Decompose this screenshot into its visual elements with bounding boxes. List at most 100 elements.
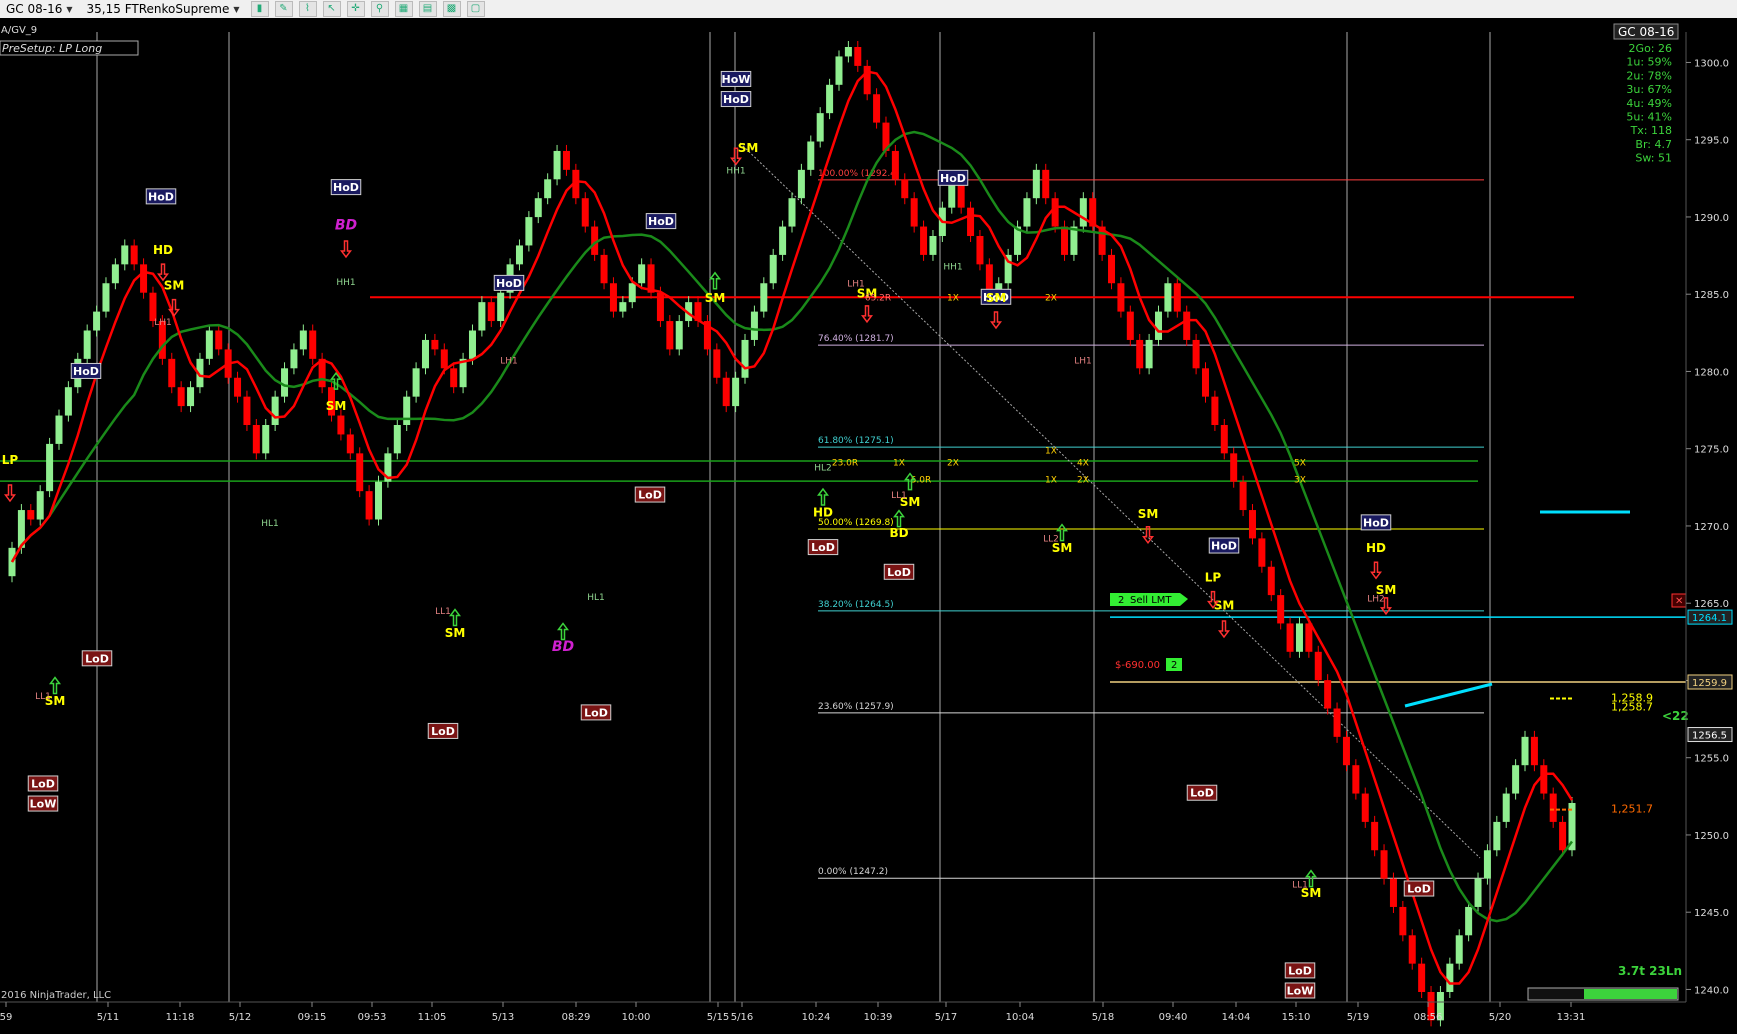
chevron-down-icon[interactable]: ▼ [66, 5, 72, 14]
renko-bar [1239, 481, 1247, 511]
presetup-box: PreSetup: LP Long [0, 40, 139, 56]
data-box-icon[interactable]: ▦ [394, 1, 413, 17]
renko-bar [337, 415, 345, 435]
renko-bar [1051, 198, 1059, 227]
renko-bar [967, 207, 975, 236]
renko-bar [1399, 906, 1407, 936]
renko-bar [431, 339, 439, 350]
lod-label: LoD [27, 775, 59, 792]
signal-label: LL2 [1043, 534, 1059, 544]
chevron-down-icon[interactable]: ▼ [233, 5, 239, 14]
lod-label: LoD [883, 563, 915, 580]
signal-label: LP [2, 453, 19, 467]
candlestick-icon[interactable]: ▮ [250, 1, 269, 17]
y-tick-label: 1275.0 [1694, 445, 1729, 456]
lod-label: LoW [27, 795, 59, 812]
renko-bar [478, 302, 486, 331]
renko-bar [713, 349, 721, 378]
renko-bar [1455, 935, 1463, 964]
renko-bar [1258, 538, 1266, 567]
renko-bar [1126, 311, 1134, 340]
renko-bar [863, 65, 871, 95]
renko-bar [788, 198, 796, 227]
renko-bar [854, 47, 862, 66]
signal-label: SM [164, 279, 185, 293]
svg-text:LoW: LoW [30, 798, 57, 811]
svg-text:LoD: LoD [85, 652, 109, 665]
renko-bar [450, 368, 458, 388]
sell-limit-order[interactable]: 2 Sell LMT [1110, 593, 1188, 606]
fib-level-label: 38.20% (1264.5) [818, 600, 894, 610]
bar-type-selector[interactable]: 35,15 FTRenkoSupreme [87, 2, 230, 16]
renko-bar [901, 179, 909, 199]
cursor-icon[interactable]: ↖ [322, 1, 341, 17]
renko-bar [581, 198, 589, 227]
renko-bar [243, 396, 251, 425]
renko-bar [1023, 198, 1031, 227]
renko-bar [619, 302, 627, 312]
signal-label: SM [1214, 598, 1235, 612]
renko-bar [215, 330, 223, 350]
renko-bar [1211, 396, 1219, 425]
renko-bar [27, 510, 35, 520]
signal-label: LL1 [891, 491, 907, 501]
svg-text:HoD: HoD [1363, 516, 1389, 529]
signal-label: LL1 [35, 692, 51, 702]
draw-icon[interactable]: ⌇ [298, 1, 317, 17]
renko-bar [1324, 680, 1332, 709]
renko-bar [393, 425, 401, 454]
zoom-icon[interactable]: ⚲ [370, 1, 389, 17]
chart-trader-icon[interactable]: ▤ [418, 1, 437, 17]
renko-bar [873, 94, 881, 123]
pencil-icon[interactable]: ✎ [274, 1, 293, 17]
stat-item: Br: 4.7 [1635, 138, 1672, 151]
x-tick-label: 08:29 [562, 1012, 591, 1023]
renko-bar [346, 434, 354, 454]
cancel-order-button[interactable]: ✕ [1671, 593, 1687, 608]
renko-bar [1305, 623, 1313, 652]
renko-bar [816, 113, 824, 142]
renko-bar [168, 358, 176, 388]
properties-icon[interactable]: ▢ [466, 1, 485, 17]
signal-label: 4X [1077, 459, 1089, 469]
y-tick-label: 1280.0 [1694, 367, 1729, 378]
renko-bar [1549, 793, 1557, 822]
renko-bar [826, 84, 834, 114]
renko-bar [299, 330, 307, 350]
renko-bar [1079, 198, 1087, 227]
presetup-label: PreSetup: LP Long [2, 42, 102, 55]
hod-label: HoD [70, 362, 102, 379]
renko-bar [290, 349, 298, 369]
renko-bar [1145, 339, 1153, 369]
y-tick-label: 1245.0 [1694, 908, 1729, 919]
stat-item: 5u: 41% [1626, 111, 1672, 124]
svg-text:HoD: HoD [648, 215, 674, 228]
signal-label: SM [738, 141, 759, 155]
renko-bar [1155, 311, 1163, 340]
position-qty-tag[interactable]: 2 [1166, 658, 1182, 671]
renko-bar [55, 415, 63, 444]
renko-bar [976, 236, 984, 265]
stat-item: 2Go: 26 [1629, 42, 1672, 55]
signal-label: LL1 [435, 607, 451, 617]
x-tick-label: 10:00 [622, 1012, 651, 1023]
renko-bar [1032, 169, 1040, 199]
renko-bar [121, 245, 129, 265]
crosshair-icon[interactable]: ✛ [346, 1, 365, 17]
signal-label: 5X [1294, 459, 1306, 469]
fib-level-label: 100.00% (1292.4) [818, 169, 899, 179]
renko-bar [1173, 283, 1181, 312]
renko-bar [1192, 339, 1200, 369]
signal-label: LH1 [500, 357, 518, 367]
instrument-selector[interactable]: GC 08-16 [6, 2, 62, 16]
strategies-icon[interactable]: ▩ [442, 1, 461, 17]
x-tick-label: 11:05 [418, 1012, 447, 1023]
y-tick-label: 1300.0 [1694, 58, 1729, 69]
instrument-badge: GC 08-16 [1613, 23, 1679, 40]
lod-label: LoD [1186, 784, 1218, 801]
renko-chart[interactable]: 100.00% (1292.4) 76.40% (1281.7) 61.80% (1… [0, 18, 1737, 1034]
renko-bar [177, 387, 185, 407]
renko-bar [1267, 566, 1275, 596]
renko-bar [375, 481, 383, 520]
renko-bar [1474, 878, 1482, 907]
